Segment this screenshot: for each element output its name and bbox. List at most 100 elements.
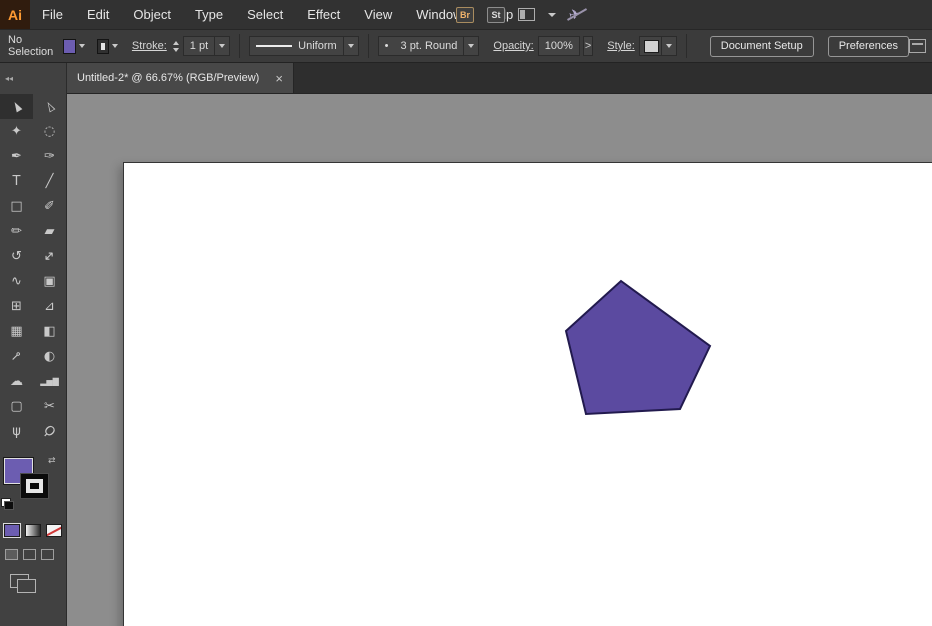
app-logo: Ai [0,0,30,29]
width-profile-dropdown[interactable] [342,37,358,55]
column-graph-tool[interactable]: ▂▅▇ [33,369,66,394]
stock-icon[interactable]: St [487,6,505,23]
document-setup-button[interactable]: Document Setup [709,35,814,57]
stroke-color-swatch[interactable] [96,38,109,54]
illustrator-window: Ai File Edit Object Type Select Effect V… [0,0,932,626]
zoom-tool[interactable]: Ϙ [33,419,66,444]
opacity-field[interactable]: 100% [537,36,580,56]
gradient-tool[interactable]: ◧ [33,319,66,344]
mesh-tool[interactable]: ▦ [0,319,33,344]
stroke-weight-dropdown[interactable] [214,37,229,55]
curvature-tool[interactable]: ✑ [33,144,66,169]
width-tool[interactable]: ∿ [0,269,33,294]
style-swatch[interactable] [643,39,659,53]
style-dropdown[interactable] [660,37,676,55]
canvas[interactable] [67,94,932,626]
free-transform-tool[interactable]: ▣ [33,269,66,294]
document-tab[interactable]: Untitled-2* @ 66.67% (RGB/Preview) × [67,63,294,93]
paintbrush-tool[interactable]: ✐ [33,194,66,219]
eyedropper-tool[interactable]: ⊸ [0,344,33,369]
fill-dropdown[interactable] [78,44,85,48]
menu-object[interactable]: Object [121,0,183,29]
pencil-tool[interactable]: ✏ [0,219,33,244]
pentagon-shape[interactable] [564,279,712,416]
collapse-panel-icon[interactable]: ◂◂ [5,74,13,83]
none-button[interactable] [46,524,62,537]
stroke-weight-combo[interactable]: 1 pt [182,36,231,56]
chevron-down-icon[interactable] [548,12,556,17]
magic-wand-icon: ✦ [11,124,22,139]
gradient-button[interactable] [25,524,41,537]
opacity-more-button[interactable]: > [582,36,594,56]
chevron-down-icon [78,44,85,48]
slice-tool[interactable]: ✂ [33,394,66,419]
rectangle-icon: □ [10,199,23,214]
menu-view[interactable]: View [352,0,404,29]
chevron-down-icon [665,44,672,48]
type-tool[interactable]: T [0,169,33,194]
blend-tool[interactable]: ◐ [33,344,66,369]
eraser-tool[interactable]: ▰ [33,219,66,244]
pen-tool[interactable]: ✒ [0,144,33,169]
scale-tool[interactable]: ↔ [33,244,66,269]
close-icon[interactable]: × [275,71,283,86]
artboard-tool[interactable]: ▢ [0,394,33,419]
brush-dropdown[interactable] [463,37,478,55]
curvature-icon: ✑ [44,149,55,164]
draw-inside-button[interactable] [41,549,54,560]
bridge-icon[interactable]: Br [456,6,474,23]
symbol-sprayer-tool[interactable]: ☁ [0,369,33,394]
stepper-down-icon[interactable] [172,47,179,52]
screen-mode-button[interactable] [10,574,36,593]
stroke-swatch[interactable] [20,473,49,499]
lasso-tool[interactable]: ◌ [33,119,66,144]
rectangle-tool[interactable]: □ [0,194,33,219]
brush-combo[interactable]: • 3 pt. Round [377,36,480,56]
rotate-tool[interactable]: ↺ [0,244,33,269]
width-profile-value[interactable]: Uniform [292,40,343,52]
workspace-switcher-icon[interactable] [518,8,535,21]
width-profile-combo[interactable]: Uniform [249,36,359,56]
menu-edit[interactable]: Edit [75,0,121,29]
perspective-grid-tool[interactable]: ⊿ [33,294,66,319]
color-button[interactable] [3,523,21,538]
stroke-weight-value[interactable]: 1 pt [184,40,214,52]
stroke-weight-stepper[interactable] [172,40,179,52]
hand-tool[interactable]: ψ [0,419,33,444]
pen-icon: ✒ [11,149,22,164]
share-icon[interactable]: ✈ [567,5,582,23]
stepper-up-icon[interactable] [172,40,179,45]
menu-file[interactable]: File [30,0,75,29]
style-combo[interactable] [638,36,677,56]
swap-fill-stroke-icon[interactable]: ⇄ [48,456,56,466]
artboard[interactable] [123,162,932,626]
style-label[interactable]: Style: [607,40,635,52]
stroke-dropdown[interactable] [111,44,118,48]
menu-select[interactable]: Select [235,0,295,29]
menu-effect[interactable]: Effect [295,0,352,29]
menu-type[interactable]: Type [183,0,235,29]
opacity-label[interactable]: Opacity: [493,40,533,52]
preferences-button[interactable]: Preferences [827,35,909,57]
direct-selection-tool[interactable]: ▻ [33,94,66,119]
magic-wand-tool[interactable]: ✦ [0,119,33,144]
control-bar: No Selection Stroke: 1 pt Uniform • 3 pt… [0,29,932,63]
selection-tool[interactable]: ► [0,94,33,119]
line-segment-icon: ╱ [45,174,54,189]
opacity-value[interactable]: 100% [539,40,579,52]
fill-color-swatch[interactable] [62,38,76,54]
draw-normal-button[interactable] [5,549,18,560]
artboard-icon: ▢ [10,399,23,414]
shape-builder-tool[interactable]: ⊞ [0,294,33,319]
default-fill-stroke-icon[interactable] [1,498,14,510]
arrange-documents-icon[interactable] [909,39,926,53]
chevron-down-icon [219,44,226,48]
chevron-down-icon [347,44,354,48]
draw-behind-button[interactable] [23,549,36,560]
brush-value[interactable]: 3 pt. Round [395,40,464,52]
zoom-icon: Ϙ [40,422,59,441]
blend-icon: ◐ [43,349,56,364]
stroke-label[interactable]: Stroke: [132,40,167,52]
chevron-down-icon [111,44,118,48]
line-segment-tool[interactable]: ╱ [33,169,66,194]
